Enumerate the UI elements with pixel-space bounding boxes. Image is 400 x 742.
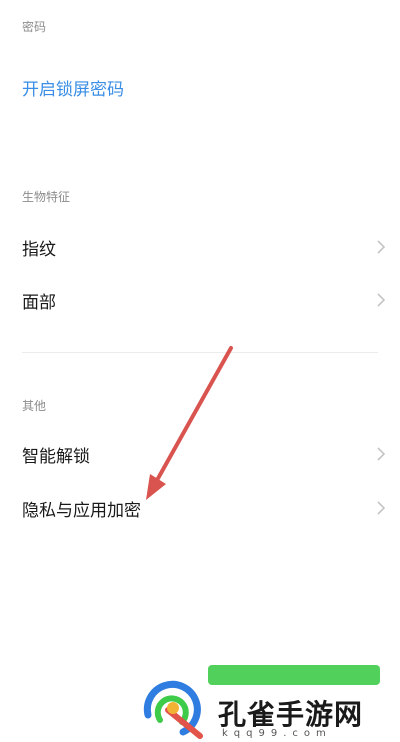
watermark: 孔雀手游网 kqq99.com — [130, 665, 400, 742]
chevron-right-icon — [377, 293, 386, 307]
chevron-right-icon — [377, 447, 386, 461]
settings-row-fingerprint[interactable]: 指纹 — [0, 221, 400, 273]
red-arrow-annotation-icon — [146, 346, 233, 500]
section-divider — [22, 352, 378, 353]
row-label-smart-unlock: 智能解锁 — [22, 446, 90, 467]
row-label-privacy-app-encryption: 隐私与应用加密 — [22, 500, 141, 521]
settings-row-privacy-app-encryption[interactable]: 隐私与应用加密 — [0, 482, 400, 534]
peacock-logo-icon — [143, 680, 203, 739]
section-header-password: 密码 — [22, 20, 47, 34]
watermark-banner — [208, 665, 380, 685]
row-label-fingerprint: 指纹 — [22, 239, 56, 260]
enable-lock-screen-password-link[interactable]: 开启锁屏密码 — [22, 75, 124, 100]
chevron-right-icon — [377, 501, 386, 515]
watermark-domain: kqq99.com — [222, 728, 332, 739]
section-header-biometrics: 生物特征 — [22, 190, 71, 204]
row-label-face: 面部 — [22, 292, 56, 313]
section-header-other: 其他 — [22, 399, 47, 413]
chevron-right-icon — [377, 240, 386, 254]
settings-row-face[interactable]: 面部 — [0, 274, 400, 326]
settings-row-smart-unlock[interactable]: 智能解锁 — [0, 428, 400, 480]
watermark-site-name: 孔雀手游网 — [218, 698, 364, 731]
